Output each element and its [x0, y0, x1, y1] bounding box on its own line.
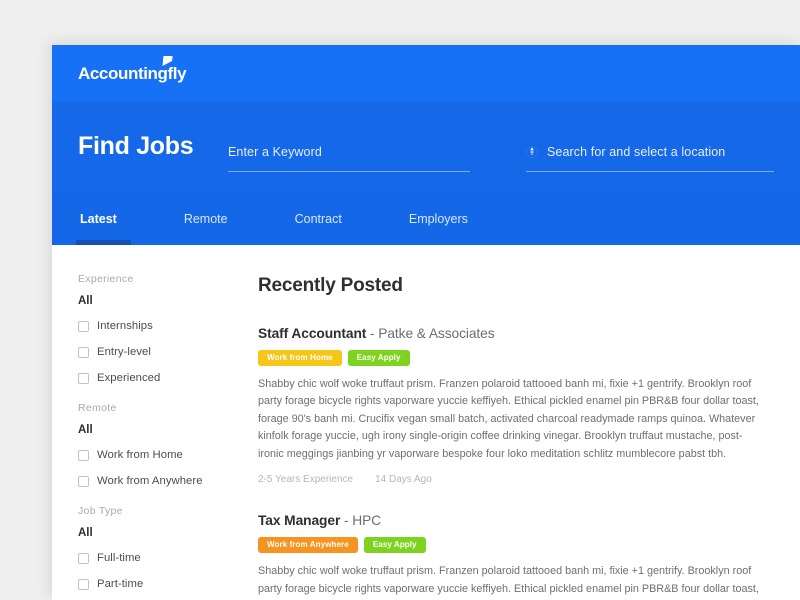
globe-icon [526, 146, 538, 158]
tab-remote[interactable]: Remote [182, 192, 230, 245]
filter-group-remote: Remote All Work from Home Work from Anyw… [78, 402, 212, 487]
job-title[interactable]: Staff Accountant - Patke & Associates [258, 326, 760, 341]
tab-latest[interactable]: Latest [76, 192, 131, 245]
job-experience: 2-5 Years Experience [258, 474, 354, 486]
keyword-placeholder: Enter a Keyword [228, 145, 322, 159]
keyword-search-input[interactable]: Enter a Keyword [228, 134, 470, 172]
tab-employers-label: Employers [408, 211, 468, 226]
page-title: Find Jobs [78, 132, 194, 160]
location-search-input[interactable]: Search for and select a location [526, 134, 774, 172]
status-badge: Easy Apply [347, 350, 410, 366]
filter-option-entry-level[interactable]: Entry-level [78, 346, 212, 358]
filter-option-label: Work from Home [97, 449, 183, 461]
filter-title-remote: Remote [78, 402, 117, 414]
tab-remote-label: Remote [183, 211, 228, 226]
filter-group-job-type: Job Type All Full-time Part-time Contrac… [78, 505, 212, 600]
browser-window: Accountingfly Find Jobs Enter a Keyword … [52, 45, 800, 600]
checkbox-icon[interactable] [78, 449, 89, 461]
checkbox-icon[interactable] [78, 578, 89, 590]
filter-option-label: Work from Anywhere [97, 475, 203, 487]
filter-option-full-time[interactable]: Full-time [78, 552, 212, 564]
location-placeholder: Search for and select a location [547, 145, 726, 159]
filter-option-label: Full-time [97, 552, 141, 564]
tab-bar: Latest Remote Contract Employers [52, 192, 800, 245]
job-title[interactable]: Tax Manager - HPC [258, 513, 760, 528]
job-role: Staff Accountant [258, 326, 367, 341]
filter-option-work-from-anywhere[interactable]: Work from Anywhere [78, 475, 212, 487]
filter-group-experience: Experience All Internships Entry-level E… [78, 273, 212, 384]
filter-option-work-from-home[interactable]: Work from Home [78, 449, 212, 461]
filter-all-job-type[interactable]: All [78, 527, 212, 539]
job-separator: - [340, 513, 353, 529]
job-company: HPC [352, 513, 382, 529]
filter-option-label: Experienced [97, 372, 161, 384]
checkbox-icon[interactable] [78, 372, 89, 384]
job-badges: Work from Anywhere Easy Apply [258, 537, 760, 554]
checkbox-icon[interactable] [78, 346, 89, 358]
filter-option-part-time[interactable]: Part-time [78, 578, 212, 590]
filter-option-label: Internships [97, 320, 153, 332]
job-separator: - [366, 326, 379, 341]
tab-contract[interactable]: Contract [293, 192, 344, 245]
job-description: Shabby chic wolf woke truffaut prism. Fr… [258, 378, 759, 460]
filter-all-remote[interactable]: All [78, 424, 212, 436]
tab-latest-label: Latest [80, 211, 117, 226]
job-role: Tax Manager [258, 513, 341, 529]
checkbox-icon[interactable] [78, 552, 89, 564]
checkbox-icon[interactable] [78, 320, 89, 332]
tab-contract-label: Contract [294, 211, 342, 226]
search-band: Find Jobs Enter a Keyword Search for and… [52, 101, 800, 192]
filter-option-experienced[interactable]: Experienced [78, 372, 212, 384]
logo-text: Accountingfly [78, 63, 187, 83]
job-listings: Recently Posted Staff Accountant - Patke… [212, 245, 800, 600]
filter-option-internships[interactable]: Internships [78, 320, 212, 332]
filter-option-label: Part-time [97, 578, 144, 590]
job-meta: 2-5 Years Experience 14 Days Ago [258, 474, 760, 485]
brand-bar: Accountingfly [52, 45, 800, 101]
filter-title-experience: Experience [78, 273, 134, 285]
tab-employers[interactable]: Employers [407, 192, 470, 245]
play-flag-icon [162, 55, 173, 66]
job-company: Patke & Associates [378, 326, 495, 341]
filter-option-label: Entry-level [97, 346, 151, 358]
section-title: Recently Posted [258, 275, 403, 296]
job-listing-item[interactable]: Tax Manager - HPC Work from Anywhere Eas… [258, 513, 760, 600]
status-badge: Work from Anywhere [258, 537, 358, 554]
job-description: Shabby chic wolf woke truffaut prism. Fr… [258, 565, 759, 595]
content-area: Experience All Internships Entry-level E… [52, 245, 800, 600]
filter-sidebar: Experience All Internships Entry-level E… [52, 245, 212, 600]
logo[interactable]: Accountingfly [78, 55, 187, 83]
checkbox-icon[interactable] [78, 475, 89, 487]
job-posted: 14 Days Ago [375, 474, 432, 486]
filter-all-experience[interactable]: All [78, 295, 212, 307]
job-listing-item[interactable]: Staff Accountant - Patke & Associates Wo… [258, 326, 760, 485]
job-badges: Work from Home Easy Apply [258, 350, 760, 366]
filter-title-job-type: Job Type [78, 505, 123, 517]
status-badge: Work from Home [258, 350, 342, 366]
status-badge: Easy Apply [363, 537, 426, 554]
